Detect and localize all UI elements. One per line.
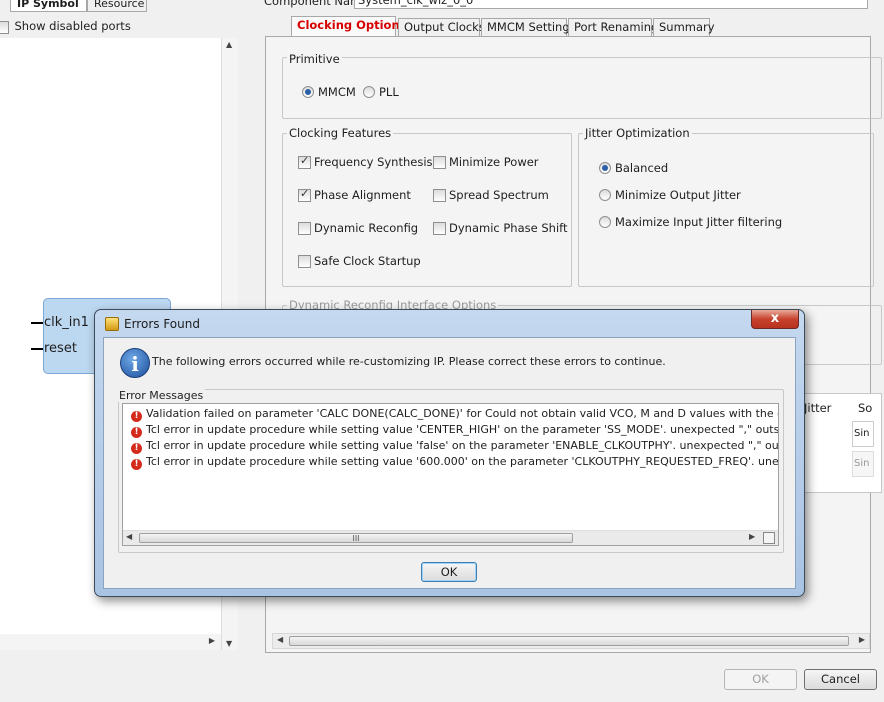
pin-reset: reset	[44, 341, 77, 356]
primitive-title: Primitive	[287, 52, 342, 66]
error-messages-list[interactable]: ! Validation failed on parameter 'CALC DO…	[122, 403, 779, 546]
scroll-up-icon[interactable]: ▲	[226, 40, 232, 49]
dialog-intro-text: The following errors occurred while re-c…	[152, 355, 666, 368]
scroll-left-icon[interactable]: ◀	[126, 532, 132, 541]
maximize-input-jitter-label: Maximize Input Jitter filtering	[615, 215, 783, 229]
tab-mmcm-settings[interactable]: MMCM Settings	[481, 18, 576, 37]
pin-line	[31, 322, 43, 324]
jitter-optimization-group: Jitter Optimization	[578, 126, 874, 287]
scroll-left-icon[interactable]: ◀	[277, 635, 283, 644]
checkbox-phase-alignment[interactable]	[298, 187, 311, 202]
phase-alignment-label: Phase Alignment	[314, 188, 411, 202]
errors-found-dialog: Errors Found x i The following errors oc…	[94, 309, 805, 597]
frequency-synthesis-label: Frequency Synthesis	[314, 155, 433, 169]
tab-summary[interactable]: Summary	[653, 18, 715, 37]
scroll-down-icon[interactable]: ▼	[226, 639, 232, 648]
jitter-optimization-title: Jitter Optimization	[583, 126, 692, 140]
tab-port-renaming[interactable]: Port Renaming	[568, 18, 658, 37]
component-name-label: Component Name	[264, 0, 369, 8]
column-header-source: So	[858, 401, 873, 415]
error-icon: !	[131, 459, 142, 470]
info-icon: i	[120, 348, 150, 378]
app-icon	[105, 317, 119, 331]
error-icon: !	[131, 411, 142, 422]
error-message[interactable]: ! Validation failed on parameter 'CALC DO…	[131, 407, 778, 422]
scroll-right-icon[interactable]: ▶	[859, 635, 865, 644]
scroll-thumb[interactable]: III	[139, 533, 573, 543]
clocking-features-title: Clocking Features	[287, 126, 394, 140]
table-cell-source[interactable]: Sin	[852, 421, 874, 447]
error-icon: !	[131, 427, 142, 438]
error-message[interactable]: ! Tcl error in update procedure while set…	[131, 423, 778, 438]
messages-horizontal-scrollbar[interactable]: ◀ III ▶	[123, 530, 778, 545]
dialog-ok-button[interactable]: OK	[421, 562, 477, 582]
error-icon: !	[131, 443, 142, 454]
balanced-label: Balanced	[615, 161, 669, 175]
dialog-title: Errors Found	[124, 317, 200, 331]
tab-clocking-options[interactable]: Clocking Options	[291, 16, 407, 37]
radio-mmcm-label: MMCM	[318, 85, 356, 99]
radio-pll[interactable]	[363, 85, 375, 98]
spread-spectrum-label: Spread Spectrum	[449, 188, 549, 202]
dynamic-reconfig-label: Dynamic Reconfig	[314, 221, 419, 235]
minimize-output-jitter-label: Minimize Output Jitter	[615, 188, 741, 202]
radio-mmcm[interactable]	[302, 85, 314, 98]
checkbox-safe-clock-startup[interactable]	[298, 254, 311, 268]
component-name-field[interactable]: System_clk_wiz_0_0	[354, 0, 868, 9]
tab-ip-symbol[interactable]: IP Symbol	[10, 0, 87, 12]
radio-maximize-input-jitter[interactable]	[599, 215, 611, 228]
safe-clock-startup-label: Safe Clock Startup	[314, 254, 421, 268]
radio-pll-label: PLL	[379, 85, 399, 99]
scroll-thumb[interactable]	[289, 636, 849, 646]
footer-ok-button[interactable]: OK	[724, 669, 797, 690]
dialog-body: i The following errors occurred while re…	[103, 337, 796, 589]
dynamic-phase-shift-label: Dynamic Phase Shift	[449, 221, 568, 235]
error-message[interactable]: ! Tcl error in update procedure while set…	[131, 455, 778, 470]
main-horizontal-scrollbar[interactable]: ◀ ▶	[272, 633, 870, 649]
checkbox-minimize-power[interactable]	[433, 155, 446, 169]
left-horizontal-scrollbar[interactable]: ▶	[0, 634, 221, 650]
footer-cancel-button[interactable]: Cancel	[804, 669, 877, 690]
pin-line	[31, 348, 43, 350]
tab-resource[interactable]: Resource	[87, 0, 147, 12]
error-message[interactable]: ! Tcl error in update procedure while set…	[131, 439, 778, 454]
tab-output-clocks[interactable]: Output Clocks	[398, 18, 485, 37]
scroll-right-icon[interactable]: ▶	[749, 532, 755, 541]
show-disabled-checkbox[interactable]	[0, 20, 9, 34]
close-icon[interactable]: x	[751, 310, 799, 329]
scroll-right-icon[interactable]: ▶	[209, 636, 215, 645]
radio-minimize-output-jitter[interactable]	[599, 188, 611, 201]
column-header-jitter: Jitter	[804, 401, 832, 415]
checkbox-dynamic-reconfig[interactable]	[298, 221, 311, 235]
checkbox-dynamic-phase-shift[interactable]	[433, 221, 446, 235]
show-disabled-label: Show disabled ports	[14, 19, 131, 33]
pin-clk-in1: clk_in1	[44, 315, 89, 330]
table-cell-source[interactable]: Sin	[852, 451, 874, 477]
show-disabled-ports[interactable]: Show disabled ports	[0, 19, 131, 34]
minimize-power-label: Minimize Power	[449, 155, 539, 169]
radio-balanced[interactable]	[599, 161, 611, 174]
checkbox-spread-spectrum[interactable]	[433, 188, 446, 202]
checkbox-frequency-synthesis[interactable]	[298, 154, 311, 169]
resize-corner	[763, 532, 775, 544]
error-messages-title: Error Messages	[117, 389, 206, 402]
